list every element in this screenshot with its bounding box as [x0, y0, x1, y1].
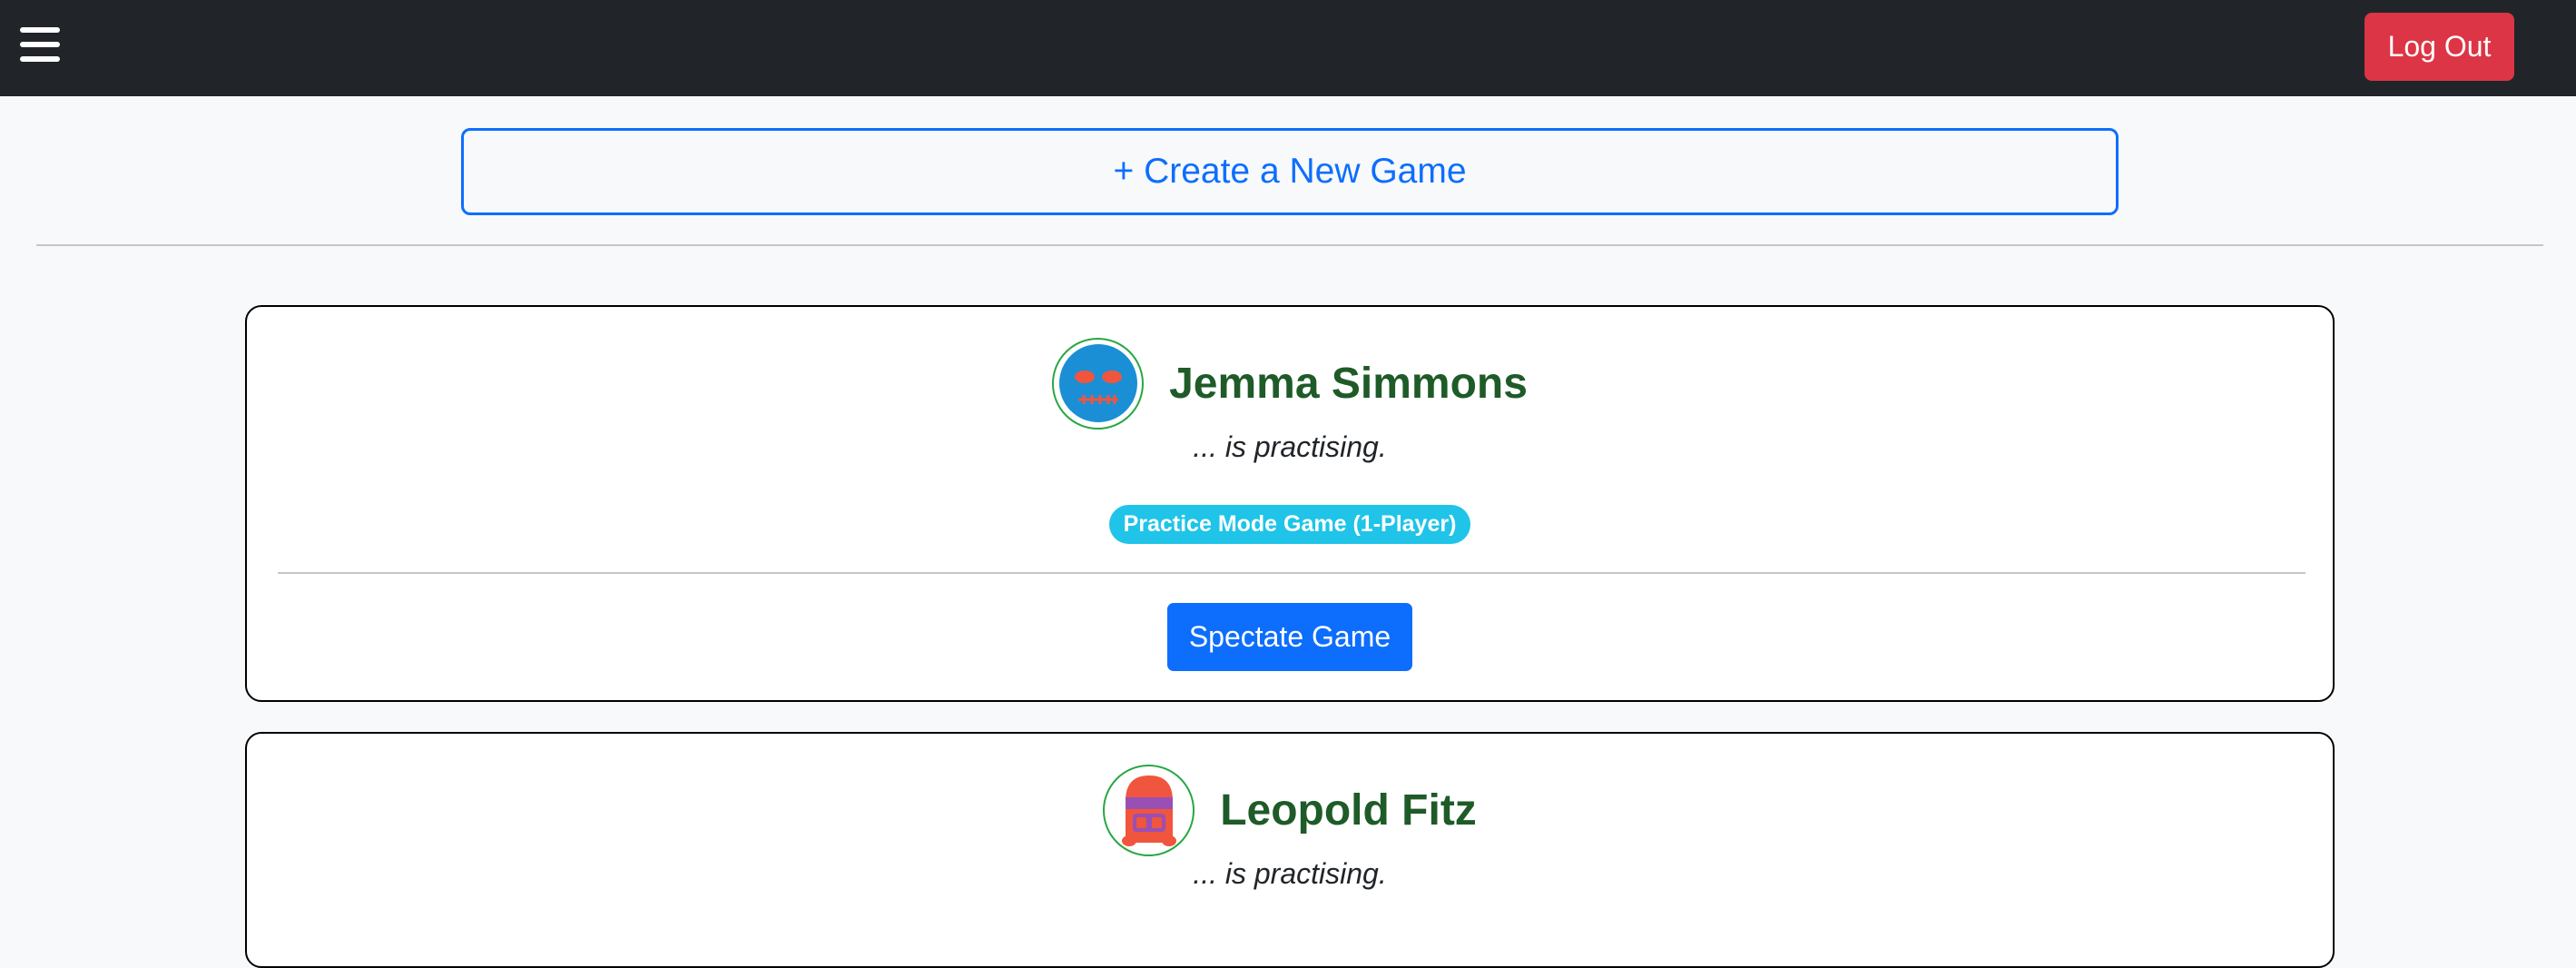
player-name: Leopold Fitz — [1220, 785, 1477, 835]
spectate-wrap: Spectate Game — [247, 603, 2333, 671]
game-card: Leopold Fitz ... is practising. — [245, 732, 2335, 968]
player-name: Jemma Simmons — [1169, 359, 1528, 408]
player-status: ... is practising. — [1193, 857, 1387, 890]
logout-button[interactable]: Log Out — [2365, 13, 2514, 81]
section-divider — [36, 244, 2543, 246]
card-divider — [278, 572, 2306, 574]
player-header: Leopold Fitz — [247, 763, 2333, 857]
player-status: ... is practising. — [1193, 430, 1387, 463]
badge-wrap: Practice Mode Game (1-Player) — [247, 505, 2333, 544]
spectate-game-button[interactable]: Spectate Game — [1167, 603, 1412, 671]
top-navbar: Log Out — [0, 0, 2576, 96]
game-card: Jemma Simmons ... is practising. Practic… — [245, 305, 2335, 702]
blue-masked-avatar-icon — [1052, 337, 1145, 430]
red-hooded-avatar-icon — [1103, 764, 1195, 856]
hamburger-menu-icon[interactable] — [20, 25, 62, 65]
player-header: Jemma Simmons — [247, 336, 2333, 430]
create-new-game-button[interactable]: + Create a New Game — [461, 128, 2119, 215]
game-mode-badge: Practice Mode Game (1-Player) — [1108, 505, 1471, 544]
